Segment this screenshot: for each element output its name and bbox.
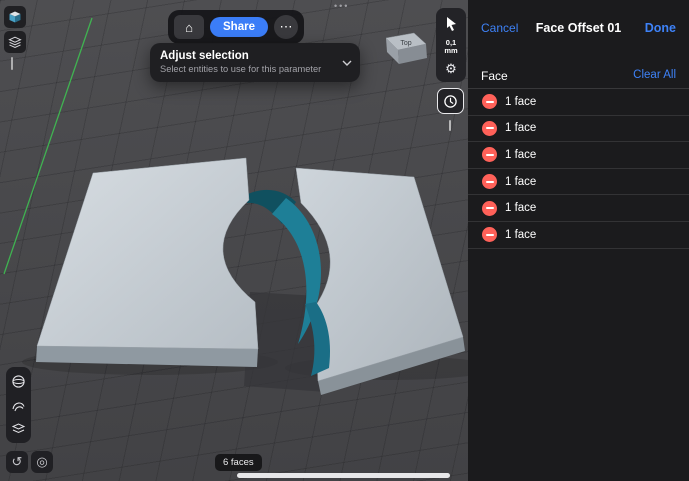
select-cursor-icon[interactable] <box>443 15 459 32</box>
undo-icon: ↺ <box>11 454 23 469</box>
done-button[interactable]: Done <box>645 21 676 35</box>
app-window: Top ⌂ Share ⋯ Adjust selection Select en… <box>0 0 689 481</box>
layers-icon <box>8 36 22 48</box>
3d-viewport[interactable]: Top ⌂ Share ⋯ Adjust selection Select en… <box>0 0 468 481</box>
viewport-tool-strip: 0,1 mm ⚙ <box>436 8 466 82</box>
adjust-selection-popup[interactable]: Adjust selection Select entities to use … <box>150 43 360 82</box>
more-button[interactable]: ⋯ <box>273 15 298 39</box>
face-list-item[interactable]: 1 face <box>468 195 689 222</box>
multitask-dots[interactable]: ••• <box>334 1 349 11</box>
face-row-label: 1 face <box>505 95 537 108</box>
view-cube[interactable]: Top <box>385 32 427 64</box>
selection-count-badge: 6 faces <box>215 454 262 471</box>
right-scroll-indicator <box>449 120 451 131</box>
panel-header: Cancel Face Offset 01 Done <box>468 0 689 44</box>
face-section-header: Face Clear All <box>468 66 689 88</box>
top-toolbar: ⌂ Share ⋯ <box>168 10 304 44</box>
sphere-tool-icon[interactable] <box>11 374 26 389</box>
remove-face-icon[interactable] <box>482 147 497 163</box>
face-row-label: 1 face <box>505 148 537 161</box>
popup-title: Adjust selection <box>160 50 249 62</box>
view-cube-top-label: Top <box>400 40 411 47</box>
face-row-label: 1 face <box>505 202 537 215</box>
remove-face-icon[interactable] <box>482 227 497 243</box>
remove-face-icon[interactable] <box>482 94 497 110</box>
settings-button[interactable]: ⚙ <box>445 62 457 75</box>
chevron-down-icon[interactable] <box>342 60 352 66</box>
display-tool-strip <box>6 367 31 443</box>
face-list-item[interactable]: 1 face <box>468 169 689 196</box>
face-row-label: 1 face <box>505 122 537 135</box>
popup-subtitle: Select entities to use for this paramete… <box>160 64 322 74</box>
isometric-cube-icon <box>9 11 21 23</box>
remove-face-icon[interactable] <box>482 120 497 136</box>
home-indicator[interactable] <box>237 473 450 478</box>
face-list-item[interactable]: 1 face <box>468 116 689 143</box>
history-clock-icon <box>444 94 457 108</box>
face-list-item[interactable]: 1 face <box>468 89 689 116</box>
orbit-icon: ◎ <box>36 454 48 469</box>
snap-setting-button[interactable]: 0,1 mm <box>444 39 457 55</box>
face-list-item[interactable]: 1 face <box>468 142 689 169</box>
face-row-label: 1 face <box>505 175 537 188</box>
face-list-item[interactable]: 1 face <box>468 222 689 249</box>
layers-tool-icon[interactable] <box>11 422 26 436</box>
face-offset-panel: Cancel Face Offset 01 Done Face Clear Al… <box>468 0 689 481</box>
face-section-label: Face <box>481 69 508 83</box>
history-button[interactable] <box>437 88 464 114</box>
undo-view-button[interactable]: ↺ <box>6 451 28 473</box>
left-scroll-indicator <box>11 57 13 70</box>
remove-face-icon[interactable] <box>482 200 497 216</box>
orbit-view-button[interactable]: ◎ <box>31 451 53 473</box>
snap-unit: mm <box>444 46 458 55</box>
isometric-view-button[interactable] <box>4 6 26 28</box>
gear-icon: ⚙ <box>445 61 457 76</box>
revolve-tool-icon[interactable] <box>11 398 26 413</box>
left-body-top-face[interactable] <box>36 157 259 350</box>
face-row-label: 1 face <box>505 228 537 241</box>
home-button[interactable]: ⌂ <box>174 15 204 39</box>
remove-face-icon[interactable] <box>482 174 497 190</box>
home-icon: ⌂ <box>185 19 193 35</box>
share-button[interactable]: Share <box>210 17 268 37</box>
layers-button[interactable] <box>4 31 26 53</box>
face-list: 1 face 1 face 1 face 1 face 1 face 1 fac… <box>468 88 689 249</box>
clear-all-button[interactable]: Clear All <box>633 69 676 81</box>
